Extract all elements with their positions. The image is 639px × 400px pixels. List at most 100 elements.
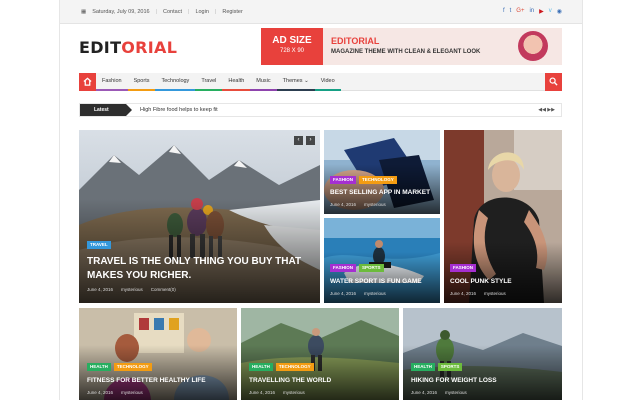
ad-size-box: AD SIZE 728 X 90 — [261, 28, 323, 65]
post-author[interactable]: mysterious — [121, 287, 143, 292]
post-author[interactable]: mysterious — [364, 291, 386, 296]
post-title[interactable]: WATER SPORT IS FUN GAME — [330, 278, 422, 285]
post-card-water[interactable]: FASHION SPORTS WATER SPORT IS FUN GAME J… — [324, 218, 440, 303]
divider: | — [188, 9, 190, 15]
youtube-icon[interactable]: ▶ — [539, 8, 544, 15]
post-date: June 4, 2016 — [330, 202, 357, 207]
card-meta: June 4, 2016 mysterious — [411, 390, 467, 395]
ticker-headline[interactable]: High Fibre food helps to keep fit — [140, 104, 218, 116]
facebook-icon[interactable]: f — [503, 8, 505, 15]
tag-fashion[interactable]: FASHION — [330, 264, 357, 272]
twitter-icon[interactable]: t — [510, 8, 512, 15]
ad-size-dims: 728 X 90 — [279, 48, 305, 54]
card-tags: TRAVEL — [87, 241, 111, 249]
post-date: June 4, 2016 — [87, 287, 114, 292]
tag-technology[interactable]: TECHNOLOGY — [359, 176, 397, 184]
post-date: June 4, 2016 — [450, 291, 477, 296]
tag-sports[interactable]: SPORTS — [437, 363, 463, 371]
post-author[interactable]: mysterious — [445, 390, 467, 395]
featured-title[interactable]: TRAVEL IS THE ONLY THING YOU BUY THAT MA… — [87, 255, 312, 283]
tag-fashion[interactable]: FASHION — [330, 176, 357, 184]
divider: | — [214, 9, 217, 15]
home-button[interactable] — [79, 73, 96, 91]
nav-item-music[interactable]: Music — [250, 73, 278, 91]
tag-health[interactable]: HEALTH — [411, 363, 435, 371]
post-title[interactable]: BEST SELLING APP IN MARKET — [330, 189, 430, 196]
post-card-fitness[interactable]: HEALTH TECHNOLOGY FITNESS FOR BETTER HEA… — [79, 308, 237, 400]
post-title[interactable]: COOL PUNK STYLE — [450, 278, 512, 285]
vimeo-icon[interactable]: v — [549, 8, 552, 15]
nav-item-themes[interactable]: Themes ⌄ — [276, 73, 315, 91]
card-meta: June 4, 2016 mysterious — [330, 291, 386, 296]
social-links: f t G+ in ▶ v ◉ — [503, 8, 562, 15]
ad-banner[interactable]: AD SIZE 728 X 90 EDITORIAL MAGAZINE THEM… — [261, 28, 562, 65]
tag-travel[interactable]: TRAVEL — [87, 241, 111, 249]
tag-health[interactable]: HEALTH — [249, 363, 273, 371]
card-tags: HEALTH TECHNOLOGY — [249, 363, 314, 371]
post-author[interactable]: mysterious — [484, 291, 506, 296]
featured-card-travel[interactable]: ‹ › TRAVEL TRAVEL IS THE ONLY THING YOU … — [79, 130, 320, 303]
post-title[interactable]: HIKING FOR WEIGHT LOSS — [411, 377, 497, 384]
search-icon — [549, 77, 558, 86]
divider: | — [155, 9, 158, 15]
post-author[interactable]: mysterious — [283, 390, 305, 395]
top-bar: ▦ Saturday, July 09, 2016 | Contact | Lo… — [60, 0, 582, 24]
nav-item-travel[interactable]: Travel — [195, 73, 223, 91]
ad-tagline: MAGAZINE THEME WITH CLEAN & ELEGANT LOOK — [331, 49, 481, 55]
logo-part-dark: EDIT — [79, 38, 122, 57]
contact-link[interactable]: Contact — [163, 9, 182, 15]
ticker-label: Latest — [80, 104, 132, 116]
post-card-travelling[interactable]: HEALTH TECHNOLOGY TRAVELLING THE WORLD J… — [241, 308, 399, 400]
ad-headline: EDITORIAL — [331, 36, 380, 46]
post-title[interactable]: TRAVELLING THE WORLD — [249, 377, 331, 384]
post-title[interactable]: FITNESS FOR BETTER HEALTHY LIFE — [87, 377, 206, 384]
post-date: June 4, 2016 — [87, 390, 114, 395]
post-date: June 4, 2016 — [249, 390, 276, 395]
post-author[interactable]: mysterious — [121, 390, 143, 395]
ticker-arrows[interactable]: ◀◀ ▶▶ — [538, 104, 555, 116]
linkedin-icon[interactable]: in — [529, 8, 534, 15]
card-meta: June 4, 2016 mysterious Comment(0) — [87, 287, 176, 292]
slider-controls: ‹ › — [294, 136, 315, 145]
news-ticker: Latest High Fibre food helps to keep fit… — [79, 103, 562, 117]
search-button[interactable] — [545, 73, 562, 91]
slider-next-button[interactable]: › — [306, 136, 315, 145]
register-link[interactable]: Register — [222, 9, 242, 15]
card-meta: June 4, 2016 mysterious — [450, 291, 506, 296]
nav-item-video[interactable]: Video — [314, 73, 341, 91]
post-card-app[interactable]: FASHION TECHNOLOGY BEST SELLING APP IN M… — [324, 130, 440, 214]
tag-sports[interactable]: SPORTS — [359, 264, 384, 272]
site-logo[interactable]: EDITORIAL — [79, 38, 177, 57]
login-link[interactable]: Login — [195, 9, 208, 15]
post-date: June 4, 2016 — [330, 291, 357, 296]
calendar-icon: ▦ — [81, 9, 87, 15]
card-meta: June 4, 2016 mysterious — [87, 390, 143, 395]
home-icon — [83, 77, 92, 86]
rss-icon[interactable]: ◉ — [557, 8, 562, 15]
logo-part-red: ORIAL — [121, 38, 178, 57]
tag-health[interactable]: HEALTH — [87, 363, 111, 371]
post-date: June 4, 2016 — [411, 390, 438, 395]
current-date: Saturday, July 09, 2016 — [92, 9, 150, 15]
nav-item-fashion[interactable]: Fashion — [96, 73, 128, 91]
post-card-hiking[interactable]: HEALTH SPORTS HIKING FOR WEIGHT LOSS Jun… — [403, 308, 562, 400]
post-author[interactable]: mysterious — [364, 202, 386, 207]
nav-item-sports[interactable]: Sports — [127, 73, 156, 91]
nav-item-health[interactable]: Health — [222, 73, 251, 91]
slider-prev-button[interactable]: ‹ — [294, 136, 303, 145]
card-tags: FASHION TECHNOLOGY — [330, 176, 397, 184]
post-card-punk[interactable]: FASHION COOL PUNK STYLE June 4, 2016 mys… — [444, 130, 562, 303]
ad-model-photo — [518, 31, 548, 61]
card-tags: FASHION SPORTS — [330, 264, 384, 272]
tag-technology[interactable]: TECHNOLOGY — [113, 363, 152, 371]
tag-fashion[interactable]: FASHION — [450, 264, 477, 272]
main-nav: Fashion Sports Technology Travel Health … — [79, 73, 562, 91]
google-plus-icon[interactable]: G+ — [516, 8, 524, 15]
post-comments[interactable]: Comment(0) — [151, 287, 176, 292]
card-meta: June 4, 2016 mysterious — [330, 202, 386, 207]
card-meta: June 4, 2016 mysterious — [249, 390, 305, 395]
card-tags: HEALTH SPORTS — [411, 363, 463, 371]
card-tags: HEALTH TECHNOLOGY — [87, 363, 152, 371]
tag-technology[interactable]: TECHNOLOGY — [275, 363, 314, 371]
nav-item-technology[interactable]: Technology — [155, 73, 196, 91]
